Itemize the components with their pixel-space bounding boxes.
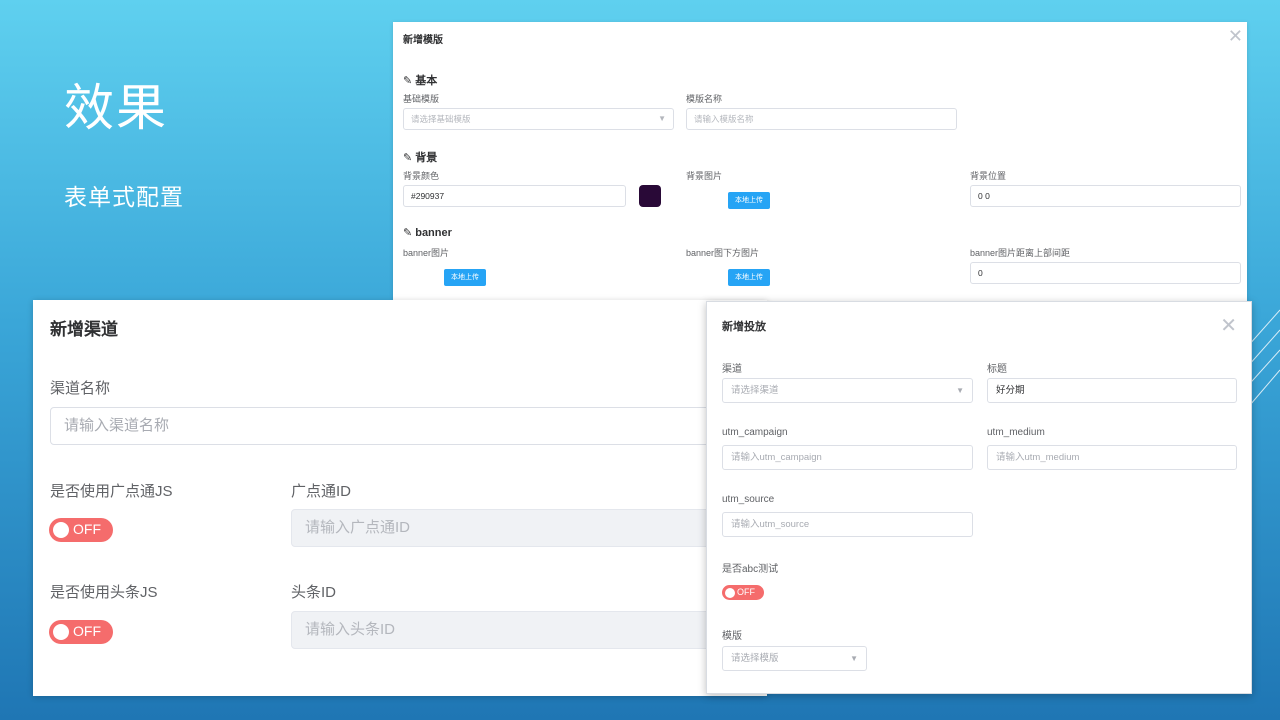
pencil-icon: ✎ — [403, 227, 413, 239]
chevron-down-icon: ▼ — [658, 114, 666, 123]
gdt-js-label: 是否使用广点通JS — [50, 483, 173, 500]
channel-label: 渠道 — [722, 364, 742, 375]
dialog-title: 新增渠道 — [50, 320, 118, 339]
gdt-id-input[interactable]: 请输入广点通ID — [291, 509, 750, 547]
channel-select[interactable]: 请选择渠道 ▼ — [722, 378, 973, 403]
title-label: 标题 — [987, 364, 1007, 375]
template-select[interactable]: 请选择模版 ▼ — [722, 646, 867, 671]
slide-title: 效果 — [64, 80, 168, 136]
utm-medium-input[interactable]: 请输入utm_medium — [987, 445, 1237, 470]
utm-source-label: utm_source — [722, 494, 775, 505]
toutiao-js-toggle[interactable]: OFF — [49, 620, 113, 644]
banner-top-gap-label: banner图片距离上部间距 — [970, 248, 1071, 258]
bg-color-label: 背景颜色 — [403, 171, 440, 181]
banner-below-label: banner图下方图片 — [686, 248, 760, 258]
title-input[interactable]: 好分期 — [987, 378, 1237, 403]
toutiao-js-label: 是否使用头条JS — [50, 584, 158, 601]
pencil-icon: ✎ — [403, 75, 413, 87]
banner-below-upload-button[interactable]: 本地上传 — [728, 269, 770, 286]
abc-test-label: 是否abc测试 — [722, 564, 779, 575]
section-background: ✎ 背景 — [403, 152, 438, 164]
gdt-js-toggle[interactable]: OFF — [49, 518, 113, 542]
toutiao-id-input[interactable]: 请输入头条ID — [291, 611, 750, 649]
color-swatch[interactable] — [639, 185, 661, 207]
chevron-down-icon: ▼ — [850, 654, 858, 663]
dialog-title: 新增投放 — [722, 321, 766, 333]
template-name-label: 模版名称 — [686, 94, 723, 104]
bg-position-input[interactable]: 0 0 — [970, 185, 1241, 207]
utm-campaign-input[interactable]: 请输入utm_campaign — [722, 445, 973, 470]
channel-dialog: 新增渠道 渠道名称 请输入渠道名称 是否使用广点通JS OFF 广点通ID 请输… — [33, 300, 767, 696]
utm-medium-label: utm_medium — [987, 427, 1045, 438]
utm-campaign-label: utm_campaign — [722, 427, 788, 438]
toutiao-id-label: 头条ID — [291, 584, 337, 601]
template-name-input[interactable]: 请输入模版名称 — [686, 108, 957, 130]
base-template-select[interactable]: 请选择基础模版 ▼ — [403, 108, 674, 130]
close-icon[interactable]: ✕ — [1220, 316, 1237, 336]
gdt-id-label: 广点通ID — [291, 483, 352, 500]
dialog-title: 新增模版 — [403, 35, 443, 46]
abc-test-toggle[interactable]: OFF — [722, 585, 764, 600]
channel-name-label: 渠道名称 — [50, 380, 111, 397]
utm-source-input[interactable]: 请输入utm_source — [722, 512, 973, 537]
template-label: 模版 — [722, 631, 742, 642]
bg-image-upload-button[interactable]: 本地上传 — [728, 192, 770, 209]
section-banner: ✎ banner — [403, 227, 452, 239]
slide-subtitle: 表单式配置 — [64, 184, 184, 210]
bg-image-label: 背景图片 — [686, 171, 723, 181]
placement-dialog: 新增投放 ✕ 渠道 请选择渠道 ▼ 标题 好分期 utm_campaign 请输… — [706, 301, 1252, 694]
template-dialog: 新增模版 ✕ ✎ 基本 基础模版 请选择基础模版 ▼ 模版名称 请输入模版名称 ✎… — [393, 22, 1247, 302]
banner-image-label: banner图片 — [403, 248, 450, 258]
section-basic: ✎ 基本 — [403, 75, 438, 87]
bg-position-label: 背景位置 — [970, 171, 1007, 181]
pencil-icon: ✎ — [403, 152, 413, 164]
banner-top-gap-input[interactable]: 0 — [970, 262, 1241, 284]
chevron-down-icon: ▼ — [956, 386, 964, 395]
bg-color-input[interactable]: #290937 — [403, 185, 626, 207]
close-icon[interactable]: ✕ — [1228, 27, 1243, 45]
base-template-label: 基础模版 — [403, 94, 440, 104]
channel-name-input[interactable]: 请输入渠道名称 — [50, 407, 750, 445]
banner-image-upload-button[interactable]: 本地上传 — [444, 269, 486, 286]
